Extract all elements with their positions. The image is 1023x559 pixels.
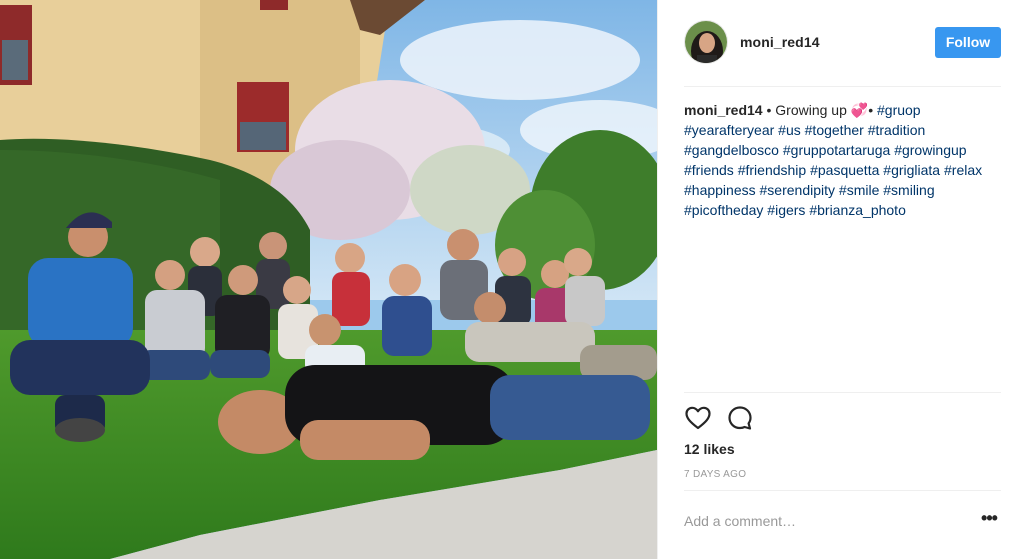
header-divider <box>684 86 1001 87</box>
caption-hashtags: #gruop #yearafteryear #us #together #tra… <box>684 102 982 218</box>
hashtag-link[interactable]: #picoftheday <box>684 202 763 218</box>
post-photo[interactable] <box>0 0 657 559</box>
hashtag-link[interactable]: #us <box>778 122 801 138</box>
hashtag-link[interactable]: #gruppotartaruga <box>783 142 890 158</box>
post-header: moni_red14 Follow <box>658 0 1023 86</box>
more-options-icon[interactable]: ••• <box>977 509 1001 529</box>
post-actions <box>684 404 1001 434</box>
hashtag-link[interactable]: #pasquetta <box>810 162 879 178</box>
follow-button[interactable]: Follow <box>935 27 1001 58</box>
comment-divider <box>684 490 1001 491</box>
hashtag-link[interactable]: #smile <box>839 182 879 198</box>
avatar[interactable] <box>684 20 728 64</box>
hashtag-link[interactable]: #relax <box>944 162 982 178</box>
post-username[interactable]: moni_red14 <box>740 34 820 50</box>
likes-count[interactable]: 12 likes <box>684 441 735 457</box>
hashtag-link[interactable]: #gruop <box>877 102 921 118</box>
hashtag-link[interactable]: #igers <box>767 202 805 218</box>
caption-text: • Growing up <box>762 102 851 118</box>
hashtag-link[interactable]: #yearafteryear <box>684 122 774 138</box>
hashtag-link[interactable]: #friends <box>684 162 734 178</box>
hashtag-link[interactable]: #grigliata <box>883 162 940 178</box>
comment-icon[interactable] <box>726 404 754 432</box>
hashtag-link[interactable]: #brianza_photo <box>809 202 906 218</box>
hashtag-link[interactable]: #friendship <box>738 162 807 178</box>
actions-divider <box>684 392 1001 393</box>
caption-author[interactable]: moni_red14 <box>684 102 763 118</box>
heart-emoji: 💞• <box>850 102 874 118</box>
profile-photo-icon <box>685 21 727 63</box>
hashtag-link[interactable]: #happiness <box>684 182 756 198</box>
comment-section: ••• <box>684 498 1001 548</box>
hashtag-link[interactable]: #gangdelbosco <box>684 142 779 158</box>
group-photo-illustration <box>0 0 657 559</box>
hashtag-link[interactable]: #tradition <box>868 122 926 138</box>
hashtag-link[interactable]: #smiling <box>883 182 934 198</box>
comment-input[interactable] <box>684 511 964 531</box>
post-side-panel: moni_red14 Follow moni_red14 • Growing u… <box>657 0 1023 559</box>
hashtag-link[interactable]: #together <box>805 122 864 138</box>
hashtag-link[interactable]: #serendipity <box>760 182 836 198</box>
post-timestamp[interactable]: 7 DAYS AGO <box>684 469 746 480</box>
heart-icon[interactable] <box>684 404 712 432</box>
post-caption: moni_red14 • Growing up 💞• #gruop #yeara… <box>684 100 994 220</box>
hashtag-link[interactable]: #growingup <box>894 142 966 158</box>
